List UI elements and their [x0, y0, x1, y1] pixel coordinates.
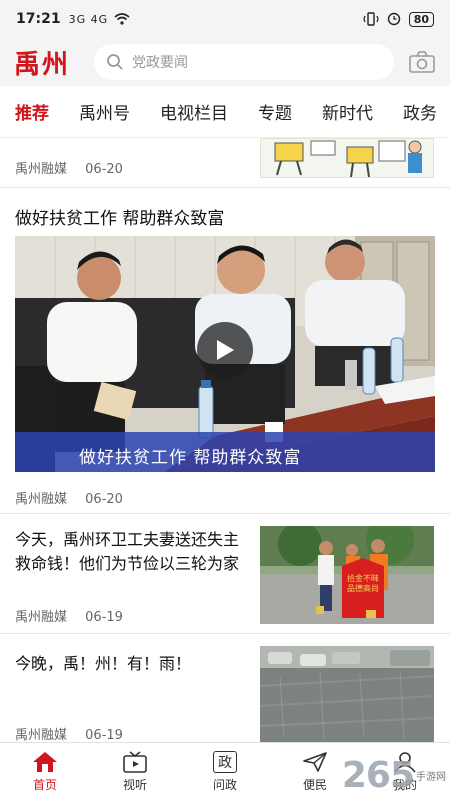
item-source: 禹州融媒 [15, 492, 68, 507]
tab-topics[interactable]: 专题 [243, 99, 307, 124]
nav-label: 便民 [302, 777, 327, 792]
list-item[interactable]: 今晚，禹！州！有！雨！ 禹州融媒 06-19 [0, 634, 450, 742]
item-title: 今天，禹州环卫工夫妻送还失主救命钱！他们为节俭以三轮为家 [15, 530, 240, 573]
video-caption: 做好扶贫工作 帮助群众致富 [79, 448, 302, 468]
play-button[interactable] [197, 322, 253, 378]
tab-government[interactable]: 政务 [388, 99, 450, 124]
item-source: 禹州融媒 [15, 162, 68, 177]
watermark-sub: 手游网 [416, 772, 446, 783]
cartoon-illustration [261, 139, 433, 177]
news-feed: 禹州融媒 06-20 做好扶贫工作 帮助群众致富 做好扶贫工作 帮助群众致富 禹… [0, 138, 450, 742]
item-source: 禹州融媒 [15, 728, 68, 742]
nav-media[interactable]: 视听 [90, 743, 180, 800]
nav-inquiry[interactable]: 政 问政 [180, 743, 270, 800]
channel-tabs: 推荐 禹州号 电视栏目 专题 新时代 政务 [0, 86, 450, 138]
battery-indicator: 80 [408, 11, 434, 27]
banner-text: 拾金不昧 品德高尚 [347, 574, 379, 593]
tab-new-era[interactable]: 新时代 [307, 99, 388, 124]
item-thumbnail: 拾金不昧 品德高尚 [260, 526, 434, 624]
app-header: 禹州 党政要闻 [0, 38, 450, 86]
item-meta: 禹州融媒 06-20 [15, 488, 137, 507]
list-item[interactable]: 禹州融媒 06-20 [0, 138, 450, 188]
nav-label: 视听 [122, 777, 147, 792]
watermark: 265 手游网 [342, 755, 446, 796]
camera-icon[interactable] [408, 50, 436, 74]
search-placeholder: 党政要闻 [132, 55, 188, 71]
tv-icon [123, 750, 147, 773]
app-root: 17:21 3G 4G 80 禹州 党政要闻 推荐 禹州号 电视栏目 专题 新时… [0, 0, 450, 800]
status-bar: 17:21 3G 4G 80 [0, 0, 450, 38]
nav-label: 首页 [32, 777, 57, 792]
item-title: 做好扶贫工作 帮助群众致富 [15, 209, 225, 229]
item-source: 禹州融媒 [15, 610, 68, 625]
tab-yuzhou-hao[interactable]: 禹州号 [64, 99, 145, 124]
tab-recommend[interactable]: 推荐 [0, 99, 64, 124]
item-date: 06-20 [85, 162, 123, 177]
list-item[interactable]: 今天，禹州环卫工夫妻送还失主救命钱！他们为节俭以三轮为家 禹州融媒 06-19 [0, 514, 450, 634]
item-date: 06-19 [85, 728, 123, 742]
search-box[interactable]: 党政要闻 [94, 44, 394, 80]
watermark-brand: 265 [341, 755, 415, 796]
zheng-icon: 政 [213, 750, 237, 773]
nav-home[interactable]: 首页 [0, 743, 90, 800]
item-title: 今晚，禹！州！有！雨！ [15, 654, 192, 673]
status-right: 80 [363, 11, 434, 27]
home-icon [33, 751, 57, 772]
vibrate-icon [363, 12, 379, 26]
search-icon [107, 54, 123, 70]
nav-label: 问政 [212, 777, 237, 792]
item-meta: 禹州融媒 06-20 [15, 158, 137, 177]
video-thumbnail[interactable]: 做好扶贫工作 帮助群众致富 [15, 236, 435, 472]
list-item[interactable]: 做好扶贫工作 帮助群众致富 做好扶贫工作 帮助群众致富 禹州融媒 06-20 [0, 188, 450, 514]
wifi-icon [114, 13, 130, 25]
item-date: 06-19 [85, 610, 123, 625]
app-logo[interactable]: 禹州 [14, 44, 84, 81]
zheng-glyph: 政 [218, 754, 232, 771]
bottom-nav: 首页 视听 政 问政 便民 我的 265 手游网 [0, 742, 450, 800]
item-thumbnail [260, 138, 434, 178]
item-thumbnail [260, 646, 434, 742]
tab-tv-programs[interactable]: 电视栏目 [145, 99, 243, 124]
rain-photo [260, 646, 434, 742]
status-time: 17:21 [16, 11, 61, 27]
item-date: 06-20 [85, 492, 123, 507]
item-meta: 禹州融媒 06-19 [15, 724, 137, 742]
send-icon [303, 751, 327, 772]
item-meta: 禹州融媒 06-19 [15, 606, 137, 625]
play-icon [217, 340, 234, 360]
signal-indicator: 3G 4G [68, 12, 109, 26]
alarm-icon [387, 12, 400, 26]
